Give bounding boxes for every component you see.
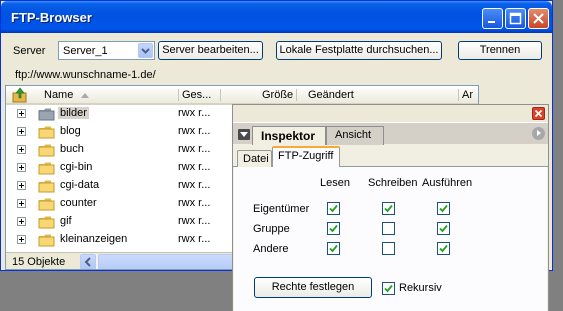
list-header: Name Ges... Größe Geändert Ar (6, 86, 478, 105)
permissions-pane: Lesen Schreiben Ausführen Eigentümer Gru… (234, 167, 547, 311)
object-count: 15 Objekte (12, 256, 66, 268)
file-permissions: rwx r... (178, 179, 211, 191)
other-write-checkbox[interactable] (382, 242, 395, 255)
server-select-value: Server_1 (63, 45, 108, 57)
current-url: ftp://www.wunschname-1.de/ (15, 69, 156, 81)
checkmark-icon (439, 224, 448, 233)
column-schreiben: Schreiben (368, 177, 418, 189)
folder-icon (38, 143, 56, 160)
folder-icon (38, 215, 56, 232)
column-ausfuehren: Ausführen (422, 177, 473, 189)
tab-ansicht[interactable]: Ansicht (326, 126, 384, 145)
close-icon[interactable] (528, 8, 549, 29)
set-permissions-button[interactable]: Rechte festlegen (254, 277, 372, 298)
file-permissions: rwx r... (178, 125, 211, 137)
file-name: counter (60, 197, 97, 209)
maximize-icon[interactable] (505, 8, 526, 29)
owner-exec-checkbox[interactable] (437, 202, 450, 215)
edit-server-button[interactable]: Server bearbeiten... (158, 41, 263, 60)
expand-icon[interactable] (17, 109, 26, 118)
file-name: bilder (58, 107, 89, 119)
folder-open-icon (38, 107, 56, 124)
group-read-checkbox[interactable] (327, 222, 340, 235)
group-write-checkbox[interactable] (382, 222, 395, 235)
chevron-down-icon[interactable] (138, 43, 153, 58)
panel-tabbar: Inspektor Ansicht (233, 122, 548, 145)
file-name: gif (60, 215, 72, 227)
file-permissions: rwx r... (178, 215, 211, 227)
folder-icon (38, 161, 56, 178)
tab-inspektor[interactable]: Inspektor (252, 126, 326, 145)
folder-icon (38, 197, 56, 214)
column-lesen: Lesen (320, 177, 350, 189)
folder-icon (38, 125, 56, 142)
sort-up-icon (81, 93, 89, 98)
file-name: kleinanzeigen (60, 233, 128, 245)
disconnect-button[interactable]: Trennen (458, 41, 542, 60)
row-label-other: Andere (253, 243, 289, 255)
column-permissions[interactable]: Ges... (182, 89, 211, 101)
checkmark-icon (384, 284, 393, 293)
checkmark-icon (329, 204, 338, 213)
expand-icon[interactable] (17, 145, 26, 154)
window-title: FTP-Browser (11, 10, 92, 25)
browse-local-button[interactable]: Lokale Festplatte durchsuchen... (276, 41, 442, 60)
folder-icon (38, 233, 56, 250)
column-size[interactable]: Größe (262, 89, 293, 101)
scroll-left-icon[interactable] (80, 254, 96, 269)
checkmark-icon (439, 204, 448, 213)
checkmark-icon (329, 244, 338, 253)
expand-icon[interactable] (17, 217, 26, 226)
file-permissions: rwx r... (178, 107, 211, 119)
minimize-icon[interactable] (482, 8, 503, 29)
server-select[interactable]: Server_1 (58, 41, 155, 60)
expand-icon[interactable] (17, 163, 26, 172)
checkmark-icon (439, 244, 448, 253)
checkmark-icon (329, 224, 338, 233)
expand-icon[interactable] (17, 127, 26, 136)
expand-icon[interactable] (17, 181, 26, 190)
panel-expand-icon[interactable] (532, 127, 545, 140)
horizontal-scrollbar[interactable] (80, 254, 238, 269)
recursive-label: Rekursiv (399, 282, 442, 294)
file-permissions: rwx r... (178, 233, 211, 245)
checkmark-icon (384, 204, 393, 213)
server-label: Server (13, 45, 46, 57)
column-modified[interactable]: Geändert (308, 89, 354, 101)
title-bar[interactable]: FTP-Browser (1, 1, 552, 33)
group-exec-checkbox[interactable] (437, 222, 450, 235)
file-permissions: rwx r... (178, 143, 211, 155)
owner-read-checkbox[interactable] (327, 202, 340, 215)
inspector-panel: Inspektor Ansicht Datei FTP-Zugriff Lese… (232, 104, 549, 311)
other-read-checkbox[interactable] (327, 242, 340, 255)
panel-header (233, 105, 548, 122)
recursive-checkbox[interactable] (382, 282, 395, 295)
status-bar: 15 Objekte (6, 252, 238, 269)
folder-up-icon[interactable] (12, 87, 28, 106)
expand-icon[interactable] (17, 199, 26, 208)
panel-menu-icon[interactable] (238, 129, 250, 140)
tab-datei[interactable]: Datei (237, 150, 272, 167)
subtab-bar: Datei FTP-Zugriff (233, 145, 548, 168)
column-name[interactable]: Name (44, 89, 73, 101)
close-icon[interactable] (532, 107, 545, 120)
file-name: buch (60, 143, 84, 155)
row-label-owner: Eigentümer (253, 203, 310, 215)
row-label-group: Gruppe (253, 223, 290, 235)
expand-icon[interactable] (17, 235, 26, 244)
file-permissions: rwx r... (178, 161, 211, 173)
column-type[interactable]: Ar (462, 89, 473, 101)
file-name: cgi-data (60, 179, 100, 191)
folder-icon (38, 179, 56, 196)
scrollbar-thumb[interactable] (98, 254, 238, 269)
tab-ftp-zugriff[interactable]: FTP-Zugriff (272, 146, 340, 168)
owner-write-checkbox[interactable] (382, 202, 395, 215)
other-exec-checkbox[interactable] (437, 242, 450, 255)
server-toolbar: Server Server_1 Server bearbeiten... Lok… (1, 39, 552, 63)
file-name: blog (60, 125, 81, 137)
file-name: cgi-bin (60, 161, 93, 173)
file-permissions: rwx r... (178, 197, 211, 209)
